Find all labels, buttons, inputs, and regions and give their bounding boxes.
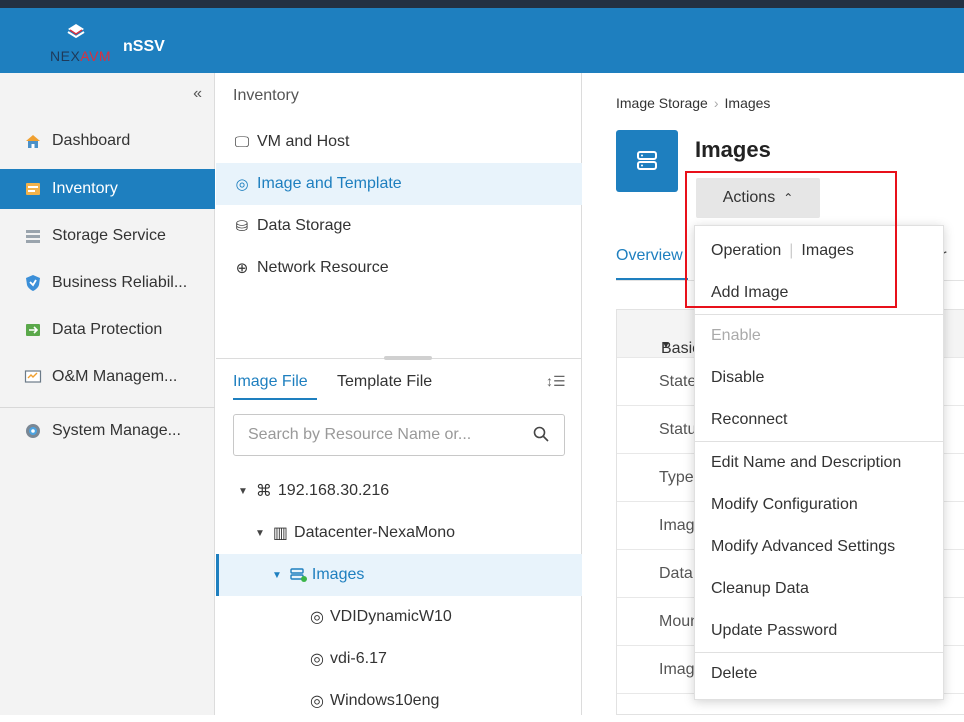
product-name: nSSV: [123, 38, 165, 55]
disc-icon: ◎: [310, 609, 324, 626]
tab-overview[interactable]: Overview: [616, 247, 683, 265]
sidebar-item-label: Storage Service: [52, 227, 166, 244]
menu-item-update-password[interactable]: Update Password: [711, 622, 837, 640]
sidebar-item-label: Dashboard: [52, 132, 131, 149]
sidebar-item-label: Inventory: [52, 180, 118, 197]
sidebar-item-label: Data Protection: [52, 321, 163, 338]
storage-icon: [616, 130, 678, 192]
logo-mark-icon: [67, 24, 85, 39]
globe-icon: ⊕: [235, 260, 249, 277]
tree-node-label: vdi-6.17: [329, 650, 387, 667]
inventory-item-label: Network Resource: [257, 259, 389, 276]
breadcrumb-item: Images: [724, 95, 771, 111]
menu-item-edit-name-description[interactable]: Edit Name and Description: [711, 454, 901, 472]
property-label: Data: [659, 565, 693, 582]
tree-node-image[interactable]: ◎ Windows10eng: [216, 680, 582, 722]
expand-caret-icon[interactable]: ▼: [255, 528, 265, 539]
tree-node-label: VDIDynamicW10: [329, 608, 452, 625]
logo-suffix: AVM: [80, 48, 112, 64]
highlight-box: [685, 171, 897, 308]
expand-caret-icon[interactable]: ▼: [272, 570, 282, 581]
menu-item-reconnect[interactable]: Reconnect: [711, 411, 788, 429]
inventory-panel: Inventory 🖵 VM and Host ◎ Image and Temp…: [216, 73, 582, 715]
tree-node-label: Images: [311, 566, 365, 583]
nexavm-logo: NEXAVM: [40, 18, 112, 76]
disc-icon: ◎: [235, 176, 249, 193]
sidebar-item-system-management[interactable]: System Manage...: [0, 411, 215, 451]
expand-caret-icon[interactable]: ▼: [238, 486, 248, 497]
menu-item-delete[interactable]: Delete: [711, 665, 757, 683]
datacenter-icon: ▥: [272, 525, 289, 542]
sidebar-item-data-protection[interactable]: Data Protection: [0, 310, 215, 350]
breadcrumb: Image Storage › Images: [616, 95, 770, 111]
cluster-icon: ⌘: [255, 483, 272, 500]
storage-pool-icon: [290, 568, 307, 582]
search-icon[interactable]: [532, 425, 550, 443]
tree-node-datacenter[interactable]: ▼ ▥ Datacenter-NexaMono: [216, 512, 582, 554]
tree-node-label: 192.168.30.216: [277, 482, 390, 499]
tree-node-image[interactable]: ◎ VDIDynamicW10: [216, 596, 582, 638]
inventory-item-network-resource[interactable]: ⊕ Network Resource: [216, 247, 582, 289]
resize-handle[interactable]: [384, 356, 432, 360]
active-tab-underline: [233, 398, 317, 400]
search-input[interactable]: Search by Resource Name or...: [233, 414, 565, 456]
storage-icon: [26, 230, 40, 243]
monitor-icon: 🖵: [234, 133, 250, 151]
sidebar-item-label: Business Reliabil...: [52, 274, 188, 291]
tab-template-file[interactable]: Template File: [337, 373, 432, 391]
sidebar-item-dashboard[interactable]: Dashboard: [0, 121, 215, 161]
inventory-item-data-storage[interactable]: ⛁ Data Storage: [216, 205, 582, 247]
property-label: Type: [659, 469, 694, 486]
menu-item-modify-advanced-settings[interactable]: Modify Advanced Settings: [711, 538, 895, 556]
protection-icon: [26, 324, 40, 336]
menu-item-cleanup-data[interactable]: Cleanup Data: [711, 580, 809, 598]
breadcrumb-separator-icon: ›: [713, 95, 719, 111]
inventory-item-vm-and-host[interactable]: 🖵 VM and Host: [216, 121, 582, 163]
sidebar-item-om-management[interactable]: O&M Managem...: [0, 357, 215, 397]
tab-image-file[interactable]: Image File: [233, 373, 308, 391]
inventory-icon: [26, 183, 40, 195]
disc-icon: ◎: [310, 693, 324, 710]
gear-icon: [26, 424, 40, 438]
tree-node-label: Datacenter-NexaMono: [294, 524, 455, 541]
inventory-item-label: Image and Template: [257, 175, 402, 192]
property-label: State: [659, 373, 697, 390]
database-icon: ⛁: [235, 218, 249, 235]
home-icon: [26, 135, 40, 148]
logo-prefix: NEX: [50, 48, 81, 64]
sort-icon[interactable]: ↕☰: [546, 373, 566, 390]
sidebar-item-business-reliability[interactable]: Business Reliabil...: [0, 263, 215, 303]
tree-node-host[interactable]: ▼ ⌘ 192.168.30.216: [216, 470, 582, 512]
sidebar: « Dashboard Inventory Storage Service Bu…: [0, 73, 215, 715]
inventory-item-label: Data Storage: [257, 217, 352, 234]
disc-icon: ◎: [310, 651, 324, 668]
inventory-item-label: VM and Host: [257, 133, 350, 150]
menu-divider: [695, 652, 943, 653]
sidebar-item-label: O&M Managem...: [52, 368, 178, 385]
tree-node-label: Windows10eng: [329, 692, 440, 709]
inventory-item-image-and-template[interactable]: ◎ Image and Template: [216, 163, 582, 205]
tree-node-image[interactable]: ◎ vdi-6.17: [216, 638, 582, 680]
search-placeholder: Search by Resource Name or...: [248, 426, 472, 443]
collapse-sidebar-button[interactable]: «: [193, 85, 202, 103]
sidebar-item-inventory[interactable]: Inventory: [0, 169, 215, 209]
breadcrumb-item[interactable]: Image Storage: [616, 95, 708, 111]
menu-divider: [695, 441, 943, 442]
page-title: Images: [695, 137, 771, 162]
menu-item-enable[interactable]: Enable: [711, 327, 761, 345]
monitor-icon: [24, 370, 42, 383]
sidebar-item-storage-service[interactable]: Storage Service: [0, 216, 215, 256]
panel-title: Inventory: [233, 87, 299, 104]
tree-node-images[interactable]: ▼ Images: [216, 554, 582, 596]
menu-item-disable[interactable]: Disable: [711, 369, 764, 387]
sidebar-divider: [0, 407, 215, 408]
menu-divider: [695, 314, 943, 315]
top-bar: NEXAVM nSSV: [0, 0, 964, 73]
sidebar-item-label: System Manage...: [52, 422, 181, 439]
menu-item-modify-configuration[interactable]: Modify Configuration: [711, 496, 858, 514]
shield-icon: [26, 275, 40, 291]
